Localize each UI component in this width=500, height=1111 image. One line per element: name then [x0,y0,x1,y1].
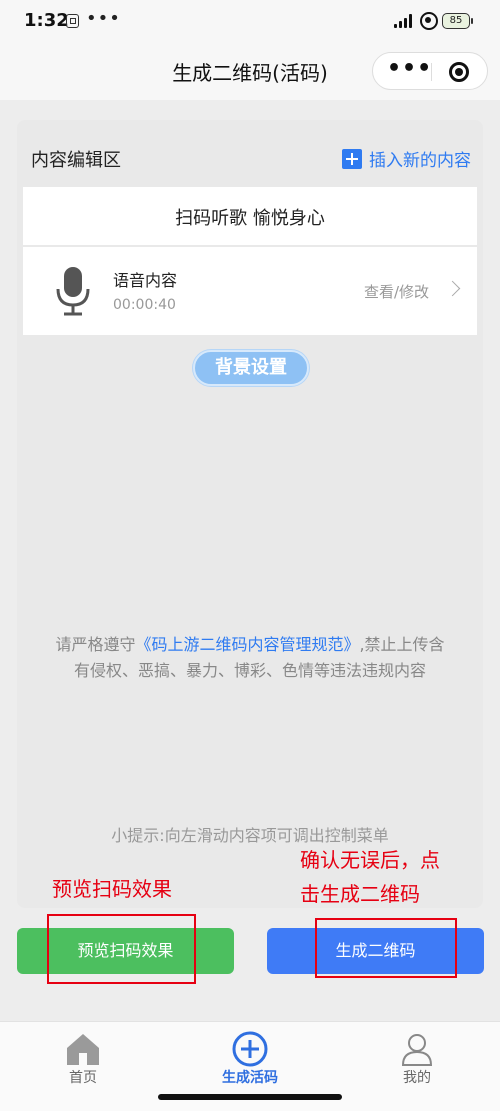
content-editor-card: 内容编辑区 插入新的内容 扫码听歌 愉悦身心 语音内容 00:00:40 查看/… [17,120,483,908]
tab-mine-label: 我的 [403,1070,431,1086]
notice-prefix: 请严格遵守 [55,635,136,654]
insert-content-label: 插入新的内容 [369,151,471,171]
content-title-item[interactable]: 扫码听歌 愉悦身心 [23,187,477,245]
mini-program-capsule: ••• [372,52,488,90]
annotation-box-generate [315,918,457,978]
cellular-signal-icon [394,14,412,28]
chevron-right-icon [444,280,461,297]
tab-mine[interactable]: 我的 [357,1022,477,1111]
more-notifications-icon: ••• [86,8,121,29]
add-circle-icon [232,1031,268,1067]
content-policy-notice: 请严格遵守《码上游二维码内容管理规范》,禁止上传含有侵权、恶搞、暴力、博彩、色情… [53,632,447,684]
editor-section-title: 内容编辑区 [31,150,121,171]
insert-content-button[interactable]: 插入新的内容 [342,146,471,171]
status-time: 1:32 [24,10,69,31]
home-icon [67,1034,99,1065]
user-icon [401,1034,433,1066]
annotation-generate: 确认无误后，点 击生成二维码 [300,843,440,911]
nav-bar: 生成二维码(活码) ••• [0,44,500,100]
plus-square-icon [342,148,362,169]
more-options-icon[interactable]: ••• [387,56,431,81]
annotation-box-preview [47,914,196,984]
policy-link[interactable]: 《码上游二维码内容管理规范》 [135,635,359,654]
annotation-generate-line1: 确认无误后，点 [300,848,440,872]
audio-content-item[interactable]: 语音内容 00:00:40 查看/修改 [23,247,477,335]
battery-icon: 85 [442,13,473,29]
tab-home[interactable]: 首页 [23,1022,143,1111]
content-title-text: 扫码听歌 愉悦身心 [175,208,325,229]
background-settings-button[interactable]: 背景设置 [193,350,309,386]
home-indicator [158,1094,342,1100]
microphone-icon [56,267,90,316]
audio-item-duration: 00:00:40 [113,297,176,313]
annotation-preview: 预览扫码效果 [52,877,172,901]
wifi-icon [420,12,438,30]
view-edit-link[interactable]: 查看/修改 [364,281,429,302]
audio-item-name: 语音内容 [113,271,178,290]
tab-home-label: 首页 [69,1070,97,1086]
capsule-divider [431,63,432,81]
status-bar: 1:32 ••• 85 [0,0,500,44]
app-notification-icon [66,14,79,28]
tab-create-label: 生成活码 [222,1070,278,1086]
close-miniprogram-icon[interactable] [449,62,469,82]
annotation-generate-line2: 击生成二维码 [300,882,420,906]
